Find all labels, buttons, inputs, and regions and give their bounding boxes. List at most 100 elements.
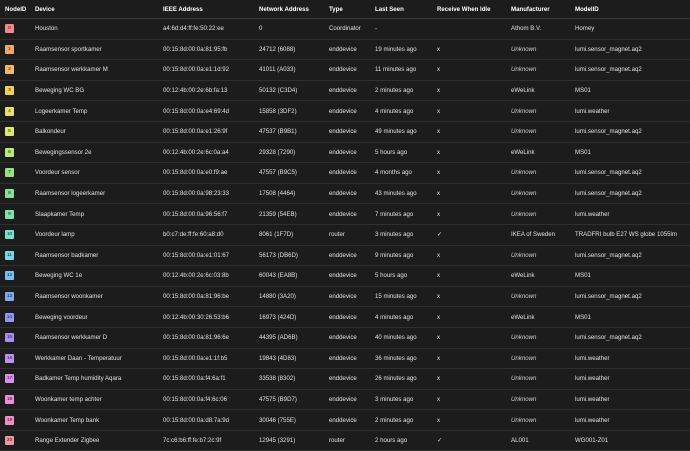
node-id-cell: 19	[0, 409, 35, 431]
table-row[interactable]: 19 Woonkamer Temp bank 00:15:8d:00:0a:d8:7…	[0, 409, 690, 431]
network-address-cell: 12945 (3291)	[259, 430, 329, 451]
receive-when-idle-cell: ✓	[437, 430, 511, 451]
table-row[interactable]: 0 Houston a4:6d:d4:ff:fe:50:22:ee 0 Coordina…	[0, 18, 690, 40]
ieee-address-cell: 00:15:8d:00:0a:81:96:6e	[163, 327, 259, 349]
node-id-badge: 13	[5, 292, 14, 302]
table-row[interactable]: 13 Raamsensor woonkamer 00:15:8d:00:0a:81:…	[0, 286, 690, 308]
table-row[interactable]: 12 Beweging WC 1e 00:12:4b:00:2e:6c:03:8b 6…	[0, 265, 690, 287]
manufacturer-cell: Unknown	[511, 100, 575, 122]
last-seen-cell: 7 minutes ago	[375, 203, 437, 225]
last-seen-cell: 49 minutes ago	[375, 121, 437, 143]
column-header-ieee-address[interactable]: IEEE Address	[163, 0, 259, 19]
last-seen-cell: 2 hours ago	[375, 430, 437, 451]
ieee-address-cell: 00:15:8d:00:0a:81:96:be	[163, 286, 259, 308]
manufacturer-cell: Athom B.V.	[511, 18, 575, 40]
node-id-cell: 9	[0, 203, 35, 225]
receive-when-idle-cell: x	[437, 306, 511, 328]
table-row[interactable]: 15 Raamsensor werkkamer D 00:15:8d:00:0a:8…	[0, 327, 690, 349]
network-address-cell: 14880 (3A20)	[259, 286, 329, 308]
table-header-row: NodeID Device IEEE Address Network Addre…	[0, 0, 690, 19]
ieee-address-cell: 00:15:8d:00:0a:96:56:f7	[163, 203, 259, 225]
ieee-address-cell: 00:15:8d:00:0a:d8:7a:9d	[163, 409, 259, 431]
last-seen-cell: 3 minutes ago	[375, 389, 437, 411]
model-id-cell: lumi.sensor_magnet.aq2	[575, 162, 690, 184]
device-type-cell: enddevice	[329, 245, 375, 267]
model-id-cell: MS01	[575, 265, 690, 287]
manufacturer-cell: Unknown	[511, 183, 575, 205]
model-id-cell: TRADFRI bulb E27 WS globe 1055lm	[575, 224, 690, 246]
manufacturer-cell: Unknown	[511, 286, 575, 308]
receive-when-idle-cell: ✓	[437, 224, 511, 246]
column-header-type[interactable]: Type	[329, 0, 375, 19]
ieee-address-cell: 00:15:8d:00:0a:98:23:33	[163, 183, 259, 205]
device-name-cell: Beweging WC 1e	[35, 265, 163, 287]
network-address-cell: 16973 (424D)	[259, 306, 329, 328]
node-id-badge: 4	[5, 106, 14, 116]
model-id-cell: MS01	[575, 306, 690, 328]
manufacturer-cell: AL001	[511, 430, 575, 451]
column-header-network-address[interactable]: Network Address	[259, 0, 329, 19]
network-address-cell: 60043 (EA8B)	[259, 265, 329, 287]
table-row[interactable]: 9 Slaapkamer Temp 00:15:8d:00:0a:96:56:f7 2…	[0, 203, 690, 225]
receive-when-idle-cell: x	[437, 265, 511, 287]
column-header-manufacturer[interactable]: Manufacturer	[511, 0, 575, 19]
column-header-nodeid[interactable]: NodeID	[0, 0, 35, 19]
ieee-address-cell: 00:15:8d:00:0a:81:95:fb	[163, 39, 259, 61]
node-id-cell: 3	[0, 80, 35, 102]
table-row[interactable]: 17 Badkamer Temp humidity Aqara 00:15:8d:0…	[0, 368, 690, 390]
node-id-cell: 17	[0, 368, 35, 390]
table-row[interactable]: 11 Raamsensor badkamer 00:15:8d:00:0a:e1:0…	[0, 245, 690, 267]
network-address-cell: 15858 (3DF2)	[259, 100, 329, 122]
manufacturer-cell: Unknown	[511, 162, 575, 184]
device-name-cell: Woonkamer Temp bank	[35, 409, 163, 431]
device-name-cell: Bewegingssensor 2e	[35, 142, 163, 164]
network-address-cell: 47537 (B9B1)	[259, 121, 329, 143]
network-address-cell: 33538 (8302)	[259, 368, 329, 390]
table-row[interactable]: 10 Voordeur lamp b0:c7:de:ff:fe:60:a8:d0 80…	[0, 224, 690, 246]
device-type-cell: enddevice	[329, 348, 375, 370]
column-header-receive-when-idle[interactable]: Receive When Idle	[437, 0, 511, 19]
model-id-cell: lumi.sensor_magnet.aq2	[575, 39, 690, 61]
device-type-cell: enddevice	[329, 286, 375, 308]
table-row[interactable]: 3 Beweging WC BG 00:12:4b:00:2e:6b:fa:13 50…	[0, 80, 690, 102]
table-row[interactable]: 2 Raamsensor werkkamer M 00:15:8d:00:0a:e1…	[0, 59, 690, 81]
device-type-cell: Coordinator	[329, 18, 375, 40]
receive-when-idle-cell: x	[437, 286, 511, 308]
ieee-address-cell: 00:12:4b:00:2e:6b:fa:13	[163, 80, 259, 102]
node-id-cell: 11	[0, 245, 35, 267]
ieee-address-cell: 00:15:8d:00:0a:e1:1d:92	[163, 59, 259, 81]
model-id-cell: MS01	[575, 142, 690, 164]
table-row[interactable]: 5 Balkondeur 00:15:8d:00:0a:e1:26:9f 47537 …	[0, 121, 690, 143]
table-row[interactable]: 14 Beweging voordeur 00:12:4b:00:30:26:53:…	[0, 306, 690, 328]
table-row[interactable]: 16 Werkkamer Daan - Temperatuur 00:15:8d:0…	[0, 348, 690, 370]
column-header-modelid[interactable]: ModelID	[575, 0, 690, 19]
node-id-badge: 9	[5, 209, 14, 219]
receive-when-idle-cell: x	[437, 59, 511, 81]
table-row[interactable]: 8 Raamsensor logeerkamer 00:15:8d:00:0a:98…	[0, 183, 690, 205]
table-row[interactable]: 7 Voordeur sensor 00:15:8d:00:0a:e0:f9:ae 4…	[0, 162, 690, 184]
device-type-cell: enddevice	[329, 368, 375, 390]
device-type-cell: enddevice	[329, 306, 375, 328]
last-seen-cell: -	[375, 18, 437, 40]
device-type-cell: enddevice	[329, 142, 375, 164]
node-id-badge: 15	[5, 333, 14, 343]
table-row[interactable]: 20 Range Extender Zigbee 7c:c6:b6:ff:fe:b7…	[0, 430, 690, 451]
node-id-badge: 10	[5, 230, 14, 240]
column-header-device[interactable]: Device	[35, 0, 163, 19]
node-id-badge: 16	[5, 353, 14, 363]
receive-when-idle-cell: x	[437, 142, 511, 164]
table-row[interactable]: 4 Logeerkamer Temp 00:15:8d:00:0a:e4:69:4d…	[0, 100, 690, 122]
ieee-address-cell: 7c:c6:b6:ff:fe:b7:2c:9f	[163, 430, 259, 451]
ieee-address-cell: 00:15:8d:00:0a:e0:f9:ae	[163, 162, 259, 184]
ieee-address-cell: b0:c7:de:ff:fe:60:a8:d0	[163, 224, 259, 246]
table-row[interactable]: 18 Woonkamer temp achter 00:15:8d:00:0a:f4…	[0, 389, 690, 411]
column-header-last-seen[interactable]: Last Seen	[375, 0, 437, 19]
device-type-cell: enddevice	[329, 59, 375, 81]
node-id-badge: 0	[5, 24, 14, 34]
last-seen-cell: 4 months ago	[375, 162, 437, 184]
node-id-cell: 12	[0, 265, 35, 287]
ieee-address-cell: 00:15:8d:00:0a:f4:6c:06	[163, 389, 259, 411]
table-row[interactable]: 6 Bewegingssensor 2e 00:12:4b:00:2e:6c:0a:…	[0, 142, 690, 164]
table-row[interactable]: 1 Raamsensor sportkamer 00:15:8d:00:0a:81:…	[0, 39, 690, 61]
manufacturer-cell: Unknown	[511, 368, 575, 390]
